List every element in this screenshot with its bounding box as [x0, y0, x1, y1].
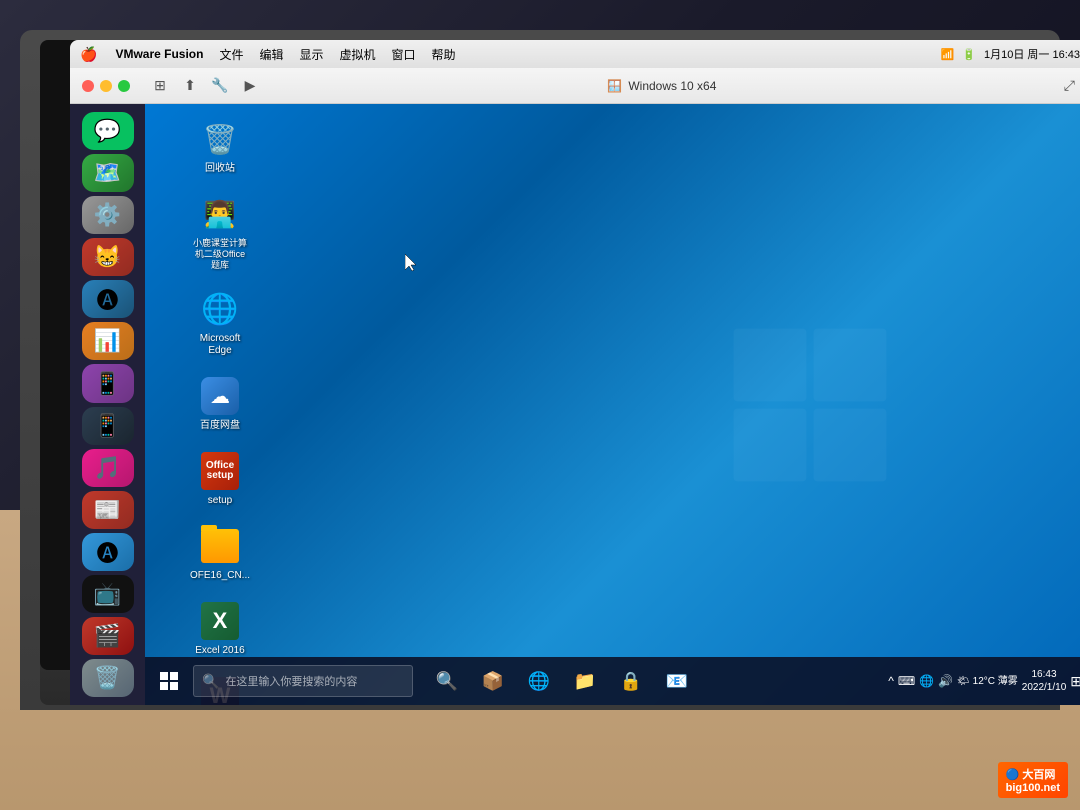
fullscreen-icon[interactable]: ⤢	[1064, 77, 1075, 94]
windows-desktop: 🗑️ 回收站 👨‍💻 小鹿课堂计算机二级Office题库 🌐 Microsoft…	[145, 104, 1080, 705]
dock-wechat[interactable]: 💬	[82, 112, 134, 150]
edge-label: MicrosoftEdge	[200, 333, 241, 357]
menu-help[interactable]: 帮助	[424, 46, 464, 63]
titlebar-center: 🪟 Windows 10 x64	[260, 79, 1064, 93]
search-bar[interactable]: 🔍 在这里输入你要搜索的内容	[193, 665, 413, 697]
mouse-cursor	[405, 254, 417, 272]
baidu-netdisk-icon: ☁	[199, 375, 241, 417]
date-display: 2022/1/10	[1022, 681, 1067, 694]
windows-taskbar: 🔍 在这里输入你要搜索的内容 🔍 📦 🌐 📁 🔒 📧 ^ ⌨	[145, 657, 1080, 705]
weather-display: 🌤 12°C 薄雾	[957, 675, 1018, 688]
win-icon-ofe16[interactable]: OFE16_CN...	[160, 521, 280, 586]
menubar-right: 📶 🔋 1月10日 周一 16:43	[941, 46, 1080, 62]
taskbar-mail-icon[interactable]: 📧	[655, 659, 699, 703]
win-icon-setup[interactable]: Officesetup setup	[160, 446, 280, 511]
watermark-icon: 🔵	[1006, 769, 1020, 781]
dock-music[interactable]: 🎬	[82, 617, 134, 655]
excel-icon: X	[199, 600, 241, 642]
menu-edit[interactable]: 编辑	[251, 46, 291, 63]
close-button[interactable]	[82, 80, 94, 92]
vmware-window: 🍎 VMware Fusion 文件 编辑 显示 虚拟机 窗口 帮助 📶 🔋 1…	[70, 40, 1080, 705]
dock-trash[interactable]: 🗑️	[82, 659, 134, 697]
edge-icon: 🌐	[199, 288, 241, 330]
systray-arrow-icon[interactable]: ^	[888, 674, 894, 688]
win-icon-baidu[interactable]: ☁ 百度网盘	[160, 371, 280, 436]
win-icon-excel[interactable]: X Excel 2016	[160, 596, 280, 661]
menu-window[interactable]: 窗口	[384, 46, 424, 63]
dock-app-news[interactable]: 📰	[82, 491, 134, 529]
screen-bezel: 🍎 VMware Fusion 文件 编辑 显示 虚拟机 窗口 帮助 📶 🔋 1…	[40, 40, 1040, 670]
taskbar-search-icon[interactable]: 🔍	[425, 659, 469, 703]
dock-maps[interactable]: 🗺️	[82, 154, 134, 192]
share-icon[interactable]: ⬆	[180, 76, 200, 96]
view-icon[interactable]: ⊞	[150, 76, 170, 96]
xiaolu-label: 小鹿课堂计算机二级Office题库	[193, 238, 247, 270]
menu-file[interactable]: 文件	[211, 46, 251, 63]
weather-icon: 🌤	[957, 676, 970, 687]
apple-logo-icon[interactable]: 🍎	[80, 46, 97, 63]
menu-vm[interactable]: 虚拟机	[332, 46, 384, 63]
keyboard-icon: ⌨	[898, 674, 915, 688]
windows10-logo	[730, 325, 890, 485]
baidu-label: 百度网盘	[200, 420, 240, 432]
dock-tv[interactable]: 📺	[82, 575, 134, 613]
search-placeholder: 在这里输入你要搜索的内容	[225, 673, 357, 689]
window-title: Windows 10 x64	[628, 79, 716, 93]
ofe16-label: OFE16_CN...	[190, 570, 250, 582]
taskbar-edge-icon[interactable]: 🌐	[517, 659, 561, 703]
minimize-button[interactable]	[100, 80, 112, 92]
excel-label: Excel 2016	[195, 645, 244, 657]
clock-display: 16:43 2022/1/10	[1022, 668, 1067, 694]
time-display: 16:43	[1022, 668, 1067, 681]
taskbar-store-icon[interactable]: 📦	[471, 659, 515, 703]
vmware-tools-icon: ⊞	[1070, 673, 1080, 690]
ofe16-folder-icon	[199, 525, 241, 567]
menu-view[interactable]: 显示	[291, 46, 331, 63]
laptop-body: MacBook Pro esc F1 F2 F3 F4 F5 F6 F7 F8 …	[20, 30, 1060, 710]
traffic-lights	[82, 80, 130, 92]
taskbar-pinned-icons: 🔍 📦 🌐 📁 🔒 📧	[425, 659, 699, 703]
windows-icon: 🪟	[607, 79, 622, 93]
dock-app-orange[interactable]: 📊	[82, 322, 134, 360]
titlebar-tools: ⊞ ⬆ 🔧 ▶	[150, 76, 260, 96]
datetime-display: 1月10日 周一 16:43	[984, 46, 1080, 62]
xiaolu-app-icon: 👨‍💻	[199, 193, 241, 235]
start-button[interactable]	[145, 657, 193, 705]
watermark-url: big100.net	[1006, 782, 1060, 794]
search-icon: 🔍	[202, 673, 219, 690]
mac-dock: 💬 🗺️ ⚙️ 😸 🅐 📊 📱 📱 🎵 📰 🅐 📺 🎬 🗑️	[70, 104, 145, 705]
volume-icon[interactable]: 🔊	[938, 674, 953, 688]
setup-label: setup	[208, 495, 232, 507]
taskbar-lock-icon[interactable]: 🔒	[609, 659, 653, 703]
wifi-icon: 📶	[941, 48, 955, 61]
watermark-text: 大百网	[1022, 769, 1055, 781]
dock-app-pink[interactable]: 🎵	[82, 449, 134, 487]
system-tray: ^ ⌨ 🌐 🔊 🌤 12°C 薄雾 16:43 2022/1/10 ⊞	[888, 668, 1080, 694]
site-watermark: 🔵 大百网 big100.net	[998, 762, 1068, 798]
win-icon-edge[interactable]: 🌐 MicrosoftEdge	[160, 284, 280, 361]
network-icon: 🌐	[919, 674, 934, 688]
taskbar-explorer-icon[interactable]: 📁	[563, 659, 607, 703]
dock-appstore[interactable]: 🅐	[82, 533, 134, 571]
win-desktop-icons: 🗑️ 回收站 👨‍💻 小鹿课堂计算机二级Office题库 🌐 Microsoft…	[160, 114, 280, 705]
arrow-icon[interactable]: ▶	[240, 76, 260, 96]
menu-app-name[interactable]: VMware Fusion	[107, 47, 211, 61]
vmware-titlebar: ⊞ ⬆ 🔧 ▶ 🪟 Windows 10 x64 ⤢	[70, 68, 1080, 104]
dock-app-blue[interactable]: 🅐	[82, 280, 134, 318]
win-icon-xiaolu[interactable]: 👨‍💻 小鹿课堂计算机二级Office题库	[160, 189, 280, 274]
setup-icon: Officesetup	[199, 450, 241, 492]
dock-settings[interactable]: ⚙️	[82, 196, 134, 234]
mac-menubar: 🍎 VMware Fusion 文件 编辑 显示 虚拟机 窗口 帮助 📶 🔋 1…	[70, 40, 1080, 68]
wrench-icon[interactable]: 🔧	[210, 76, 230, 96]
recycle-bin-label: 回收站	[205, 163, 235, 175]
recycle-bin-icon: 🗑️	[199, 118, 241, 160]
dock-app-darkblue[interactable]: 📱	[82, 407, 134, 445]
battery-icon: 🔋	[962, 48, 976, 61]
dock-app-purple[interactable]: 📱	[82, 364, 134, 402]
win-icon-recycle[interactable]: 🗑️ 回收站	[160, 114, 280, 179]
maximize-button[interactable]	[118, 80, 130, 92]
dock-app-red[interactable]: 😸	[82, 238, 134, 276]
